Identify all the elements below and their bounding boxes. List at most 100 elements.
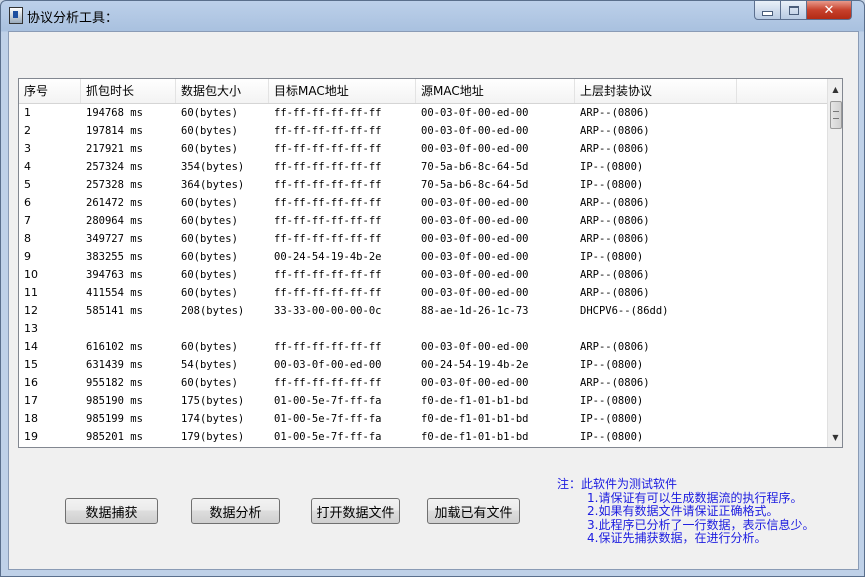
scrollbar-thumb[interactable] — [830, 101, 842, 129]
cell-dest-mac: ff-ff-ff-ff-ff-ff — [274, 143, 382, 155]
column-header-capture-time[interactable]: 抓包时长 — [81, 79, 176, 103]
cell-src-mac: 00-03-0f-00-ed-00 — [421, 287, 529, 299]
maximize-icon — [788, 5, 799, 15]
table-row[interactable]: 13 — [19, 320, 827, 338]
cell-packet-size: 60(bytes) — [181, 233, 238, 245]
cell-capture-time: 280964 ms — [86, 215, 143, 227]
table-row[interactable]: 15 631439 ms 54(bytes) 00-03-0f-00-ed-00 00-… — [19, 356, 827, 374]
vertical-scrollbar[interactable]: ▲ ▼ — [827, 79, 842, 447]
cell-capture-time: 985190 ms — [86, 395, 143, 407]
column-header-index[interactable]: 序号 — [19, 79, 81, 103]
table-row[interactable]: 1 194768 ms 60(bytes) ff-ff-ff-ff-ff-ff 00-0… — [19, 104, 827, 122]
table-row[interactable]: 16 955182 ms 60(bytes) ff-ff-ff-ff-ff-ff 00-… — [19, 374, 827, 392]
table-row[interactable]: 6 261472 ms 60(bytes) ff-ff-ff-ff-ff-ff 00-0… — [19, 194, 827, 212]
capture-button[interactable]: 数据捕获 — [65, 498, 158, 524]
cell-capture-time: 985199 ms — [86, 413, 143, 425]
table-row[interactable]: 11 411554 ms 60(bytes) ff-ff-ff-ff-ff-ff 00-… — [19, 284, 827, 302]
cell-dest-mac: 01-00-5e-7f-ff-fa — [274, 413, 382, 425]
close-button[interactable]: ✕ — [806, 1, 852, 20]
cell-packet-size: 60(bytes) — [181, 287, 238, 299]
cell-packet-size: 60(bytes) — [181, 269, 238, 281]
cell-index: 10 — [24, 268, 38, 281]
cell-index: 1 — [24, 106, 31, 119]
cell-packet-size: 364(bytes) — [181, 179, 245, 191]
cell-protocol: IP--(0800) — [580, 251, 644, 263]
cell-dest-mac: ff-ff-ff-ff-ff-ff — [274, 287, 382, 299]
table-row[interactable]: 5 257328 ms 364(bytes) ff-ff-ff-ff-ff-ff 70-… — [19, 176, 827, 194]
table-row[interactable]: 14 616102 ms 60(bytes) ff-ff-ff-ff-ff-ff 00-… — [19, 338, 827, 356]
cell-index: 7 — [24, 214, 31, 227]
table-row[interactable]: 4 257324 ms 354(bytes) ff-ff-ff-ff-ff-ff 70-… — [19, 158, 827, 176]
column-header-packet-size[interactable]: 数据包大小 — [176, 79, 269, 103]
cell-index: 4 — [24, 160, 31, 173]
cell-src-mac: 00-03-0f-00-ed-00 — [421, 143, 529, 155]
cell-src-mac: f0-de-f1-01-b1-bd — [421, 413, 529, 425]
cell-dest-mac: ff-ff-ff-ff-ff-ff — [274, 215, 382, 227]
open-file-button[interactable]: 打开数据文件 — [311, 498, 400, 524]
packet-list[interactable]: 序号 抓包时长 数据包大小 目标MAC地址 源MAC地址 上层封装协议 1 194… — [18, 78, 843, 448]
table-row[interactable]: 8 349727 ms 60(bytes) ff-ff-ff-ff-ff-ff 00-0… — [19, 230, 827, 248]
cell-src-mac: 00-03-0f-00-ed-00 — [421, 251, 529, 263]
cell-packet-size: 174(bytes) — [181, 413, 245, 425]
cell-src-mac: 00-03-0f-00-ed-00 — [421, 233, 529, 245]
cell-index: 11 — [24, 286, 38, 299]
cell-dest-mac: 33-33-00-00-00-0c — [274, 305, 382, 317]
table-row[interactable]: 18 985199 ms 174(bytes) 01-00-5e-7f-ff-fa f0… — [19, 410, 827, 428]
cell-packet-size: 60(bytes) — [181, 125, 238, 137]
cell-src-mac: 70-5a-b6-8c-64-5d — [421, 179, 529, 191]
maximize-button[interactable] — [780, 1, 807, 20]
scroll-up-arrow-icon[interactable]: ▲ — [828, 81, 842, 97]
load-file-button[interactable]: 加载已有文件 — [427, 498, 520, 524]
minimize-icon — [762, 11, 773, 16]
notes-item-2: 2.如果有数据文件请保证正确格式。 — [587, 504, 779, 518]
main-window: 协议分析工具： ✕ 序号 抓包时长 数据包大小 目标MAC地址 源MAC地址 上… — [0, 0, 865, 577]
packet-list-header: 序号 抓包时长 数据包大小 目标MAC地址 源MAC地址 上层封装协议 — [19, 79, 827, 104]
column-header-src-mac[interactable]: 源MAC地址 — [416, 79, 575, 103]
cell-dest-mac: ff-ff-ff-ff-ff-ff — [274, 161, 382, 173]
cell-packet-size: 60(bytes) — [181, 107, 238, 119]
cell-dest-mac: ff-ff-ff-ff-ff-ff — [274, 179, 382, 191]
cell-src-mac: f0-de-f1-01-b1-bd — [421, 395, 529, 407]
column-header-dest-mac[interactable]: 目标MAC地址 — [269, 79, 416, 103]
cell-packet-size — [176, 320, 269, 338]
column-header-filler — [737, 79, 827, 103]
cell-src-mac: 00-03-0f-00-ed-00 — [421, 215, 529, 227]
table-row[interactable]: 17 985190 ms 175(bytes) 01-00-5e-7f-ff-fa f0… — [19, 392, 827, 410]
title-bar[interactable]: 协议分析工具： ✕ — [1, 1, 864, 29]
table-row[interactable]: 10 394763 ms 60(bytes) ff-ff-ff-ff-ff-ff 00-… — [19, 266, 827, 284]
cell-capture-time: 194768 ms — [86, 107, 143, 119]
cell-protocol: IP--(0800) — [580, 413, 644, 425]
analyze-button[interactable]: 数据分析 — [191, 498, 280, 524]
cell-packet-size: 60(bytes) — [181, 251, 238, 263]
cell-packet-size: 60(bytes) — [181, 377, 238, 389]
table-row[interactable]: 3 217921 ms 60(bytes) ff-ff-ff-ff-ff-ff 00-0… — [19, 140, 827, 158]
cell-dest-mac: 00-24-54-19-4b-2e — [274, 251, 382, 263]
scroll-down-arrow-icon[interactable]: ▼ — [828, 429, 842, 445]
cell-src-mac: 00-03-0f-00-ed-00 — [421, 341, 529, 353]
cell-dest-mac: ff-ff-ff-ff-ff-ff — [274, 233, 382, 245]
table-row[interactable]: 7 280964 ms 60(bytes) ff-ff-ff-ff-ff-ff 00-0… — [19, 212, 827, 230]
cell-protocol: ARP--(0806) — [580, 197, 650, 209]
cell-src-mac: 00-03-0f-00-ed-00 — [421, 107, 529, 119]
table-row[interactable]: 12 585141 ms 208(bytes) 33-33-00-00-00-0c 88… — [19, 302, 827, 320]
minimize-button[interactable] — [754, 1, 781, 20]
cell-protocol: ARP--(0806) — [580, 377, 650, 389]
cell-protocol: ARP--(0806) — [580, 107, 650, 119]
table-row[interactable]: 2 197814 ms 60(bytes) ff-ff-ff-ff-ff-ff 00-0… — [19, 122, 827, 140]
cell-index: 12 — [24, 304, 38, 317]
table-row[interactable]: 9 383255 ms 60(bytes) 00-24-54-19-4b-2e 00-0… — [19, 248, 827, 266]
cell-index: 19 — [24, 430, 38, 443]
cell-dest-mac: ff-ff-ff-ff-ff-ff — [274, 377, 382, 389]
cell-dest-mac: ff-ff-ff-ff-ff-ff — [274, 197, 382, 209]
table-row[interactable]: 19 985201 ms 179(bytes) 01-00-5e-7f-ff-fa f0… — [19, 428, 827, 446]
cell-capture-time: 197814 ms — [86, 125, 143, 137]
notes-panel: 注：此软件为测试软件 1.请保证有可以生成数据流的执行程序。 2.如果有数据文件… — [557, 477, 814, 546]
cell-capture-time: 631439 ms — [86, 359, 143, 371]
cell-src-mac: 00-24-54-19-4b-2e — [421, 359, 529, 371]
cell-capture-time: 585141 ms — [86, 305, 143, 317]
app-icon[interactable] — [9, 7, 23, 24]
cell-packet-size: 60(bytes) — [181, 341, 238, 353]
cell-protocol: IP--(0800) — [580, 431, 644, 443]
column-header-protocol[interactable]: 上层封装协议 — [575, 79, 737, 103]
cell-dest-mac: ff-ff-ff-ff-ff-ff — [274, 107, 382, 119]
